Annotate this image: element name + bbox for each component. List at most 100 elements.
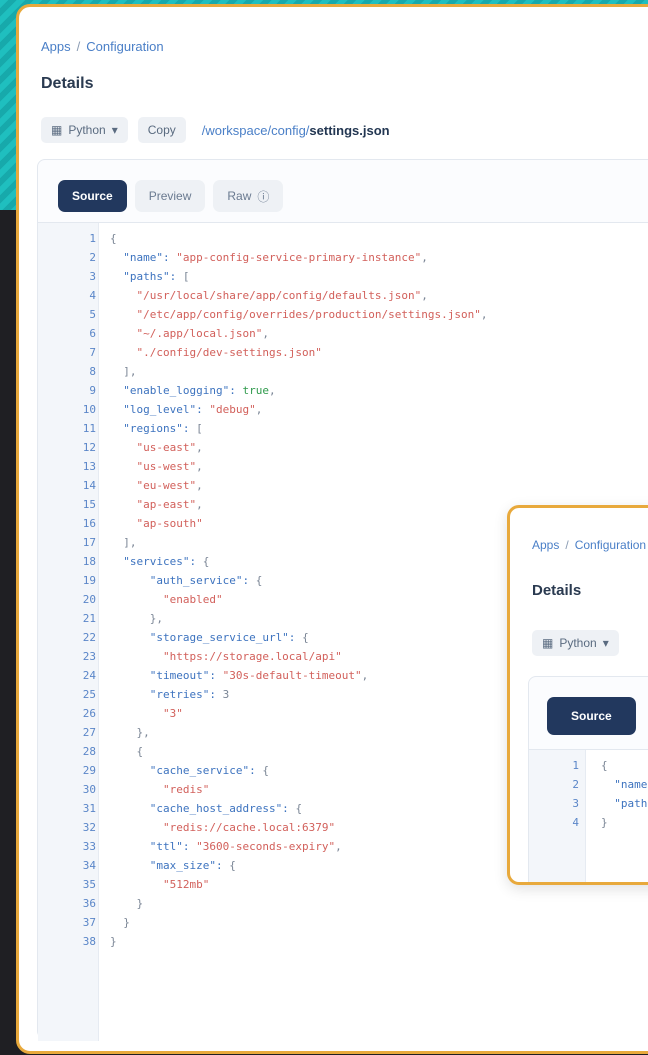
code-token: { bbox=[110, 745, 144, 758]
code-text: "512mb" bbox=[110, 875, 209, 894]
code-text: "~/.app/local.json", bbox=[110, 324, 269, 343]
code-token: { bbox=[229, 859, 236, 872]
file-path-name: settings.json bbox=[309, 122, 390, 138]
mini-tab-source: Source bbox=[547, 697, 636, 735]
code-token: { bbox=[302, 631, 309, 644]
mini-file-icon: ▦ bbox=[542, 636, 554, 650]
code-text: "/usr/local/share/app/config/defaults.js… bbox=[110, 286, 428, 305]
tab-source[interactable]: Source bbox=[58, 180, 127, 212]
code-text: }, bbox=[110, 609, 163, 628]
code-text: "redis" bbox=[110, 780, 209, 799]
line-number: 25 bbox=[82, 688, 96, 701]
code-line: 9 "enable_logging": true, bbox=[38, 381, 648, 400]
line-number: 4 bbox=[89, 289, 96, 302]
code-text: "paths": [ bbox=[601, 794, 648, 813]
line-number: 38 bbox=[82, 935, 96, 948]
code-text: "cache_service": { bbox=[110, 761, 269, 780]
line-number: 1 bbox=[572, 759, 579, 772]
line-number: 3 bbox=[572, 797, 579, 810]
chevron-down-icon: ▾ bbox=[111, 123, 118, 137]
tab-raw[interactable]: Raw ⓘ bbox=[213, 180, 284, 212]
tab-preview[interactable]: Preview bbox=[134, 180, 206, 212]
mini-tab-source-label: Source bbox=[571, 709, 612, 723]
code-text: "redis://cache.local:6379" bbox=[110, 818, 335, 837]
breadcrumb-parent[interactable]: Apps bbox=[41, 39, 71, 54]
mini-breadcrumb: Apps / Configuration bbox=[532, 538, 646, 552]
code-token: ], bbox=[110, 365, 137, 378]
code-token: "enabled" bbox=[110, 593, 223, 606]
code-token: { bbox=[110, 232, 117, 245]
code-text: "ap-east", bbox=[110, 495, 202, 514]
mini-language-label: Python bbox=[559, 636, 597, 650]
code-token: "enable_logging": bbox=[110, 384, 243, 397]
code-token: ], bbox=[110, 536, 137, 549]
line-number: 19 bbox=[82, 574, 96, 587]
language-selector[interactable]: ▦ Python ▾ bbox=[41, 117, 128, 143]
line-number: 24 bbox=[82, 669, 96, 682]
code-token: }, bbox=[110, 726, 150, 739]
tab-raw-label: Raw bbox=[227, 189, 252, 203]
code-text: } bbox=[110, 913, 130, 932]
code-line: 1{ bbox=[529, 756, 648, 775]
line-number: 4 bbox=[572, 816, 579, 829]
code-token: [ bbox=[196, 422, 203, 435]
tab-bar: Source Preview Raw ⓘ bbox=[58, 180, 284, 212]
code-token: "log_level": bbox=[110, 403, 210, 416]
file-path-prefix: /workspace/config/ bbox=[201, 122, 310, 138]
code-text: "storage_service_url": { bbox=[110, 628, 309, 647]
code-line: 1{ bbox=[38, 229, 648, 248]
code-token: "cache_host_address": bbox=[110, 802, 296, 815]
info-icon: ⓘ bbox=[257, 189, 270, 204]
code-line: 14 "eu-west", bbox=[38, 476, 648, 495]
line-number: 12 bbox=[82, 441, 96, 454]
code-token: "redis://cache.local:6379" bbox=[110, 821, 336, 834]
code-token: , bbox=[421, 251, 428, 264]
code-text: "retries": 3 bbox=[110, 685, 229, 704]
breadcrumb-current[interactable]: Configuration bbox=[86, 39, 163, 54]
code-token: "ap-east" bbox=[110, 498, 197, 511]
code-token: "https://storage.local/api" bbox=[110, 650, 342, 663]
code-token: "regions": bbox=[110, 422, 197, 435]
mini-code-editor: 1{2 "name": "app"3 "paths": [4} bbox=[529, 749, 648, 882]
code-token: "3600-seconds-expiry" bbox=[196, 840, 336, 853]
file-path[interactable]: /workspace/config/settings.json bbox=[202, 123, 390, 138]
code-token: , bbox=[262, 327, 269, 340]
preview-thumbnail[interactable]: Apps / Configuration Details ▦ Python ▾ So… bbox=[507, 505, 648, 885]
line-number: 13 bbox=[82, 460, 96, 473]
code-token: { bbox=[295, 802, 303, 815]
line-number: 31 bbox=[82, 802, 96, 815]
code-token: "ap-south" bbox=[110, 517, 203, 530]
code-text: "./config/dev-settings.json" bbox=[110, 343, 322, 362]
code-token: true bbox=[242, 384, 269, 397]
code-token: [ bbox=[182, 270, 190, 283]
mini-code-panel: Source 1{2 "name": "app"3 "paths": [4} bbox=[528, 676, 648, 882]
code-text: "max_size": { bbox=[110, 856, 236, 875]
code-token: "storage_service_url": bbox=[110, 631, 303, 644]
main-window: Apps / Configuration Details ▦ Python ▾ Co… bbox=[16, 4, 648, 1054]
code-text: ], bbox=[110, 533, 137, 552]
code-token: { bbox=[202, 555, 210, 568]
code-token: , bbox=[196, 460, 203, 473]
code-line: 3 "paths": [ bbox=[529, 794, 648, 813]
code-text: "timeout": "30s-default-timeout", bbox=[110, 666, 369, 685]
code-token: "./config/dev-settings.json" bbox=[110, 346, 322, 359]
code-token: "cache_service": bbox=[110, 764, 263, 777]
code-text: "paths": [ bbox=[110, 267, 189, 286]
code-token: } bbox=[110, 916, 130, 929]
line-number: 26 bbox=[82, 707, 96, 720]
line-number: 7 bbox=[89, 346, 96, 359]
code-text: "services": { bbox=[110, 552, 209, 571]
line-number: 6 bbox=[89, 327, 96, 340]
code-token: "paths": bbox=[614, 797, 648, 810]
code-token: , bbox=[255, 403, 263, 416]
code-token: "~/.app/local.json" bbox=[110, 327, 263, 340]
code-line: 8 ], bbox=[38, 362, 648, 381]
code-token: "auth_service": bbox=[110, 574, 256, 587]
code-token: , bbox=[421, 289, 428, 302]
line-number: 16 bbox=[82, 517, 96, 530]
code-token: "/usr/local/share/app/config/defaults.js… bbox=[110, 289, 422, 302]
code-token: , bbox=[361, 669, 369, 682]
copy-button[interactable]: Copy bbox=[137, 117, 186, 143]
code-text: "enable_logging": true, bbox=[110, 381, 275, 400]
line-number: 10 bbox=[82, 403, 96, 416]
